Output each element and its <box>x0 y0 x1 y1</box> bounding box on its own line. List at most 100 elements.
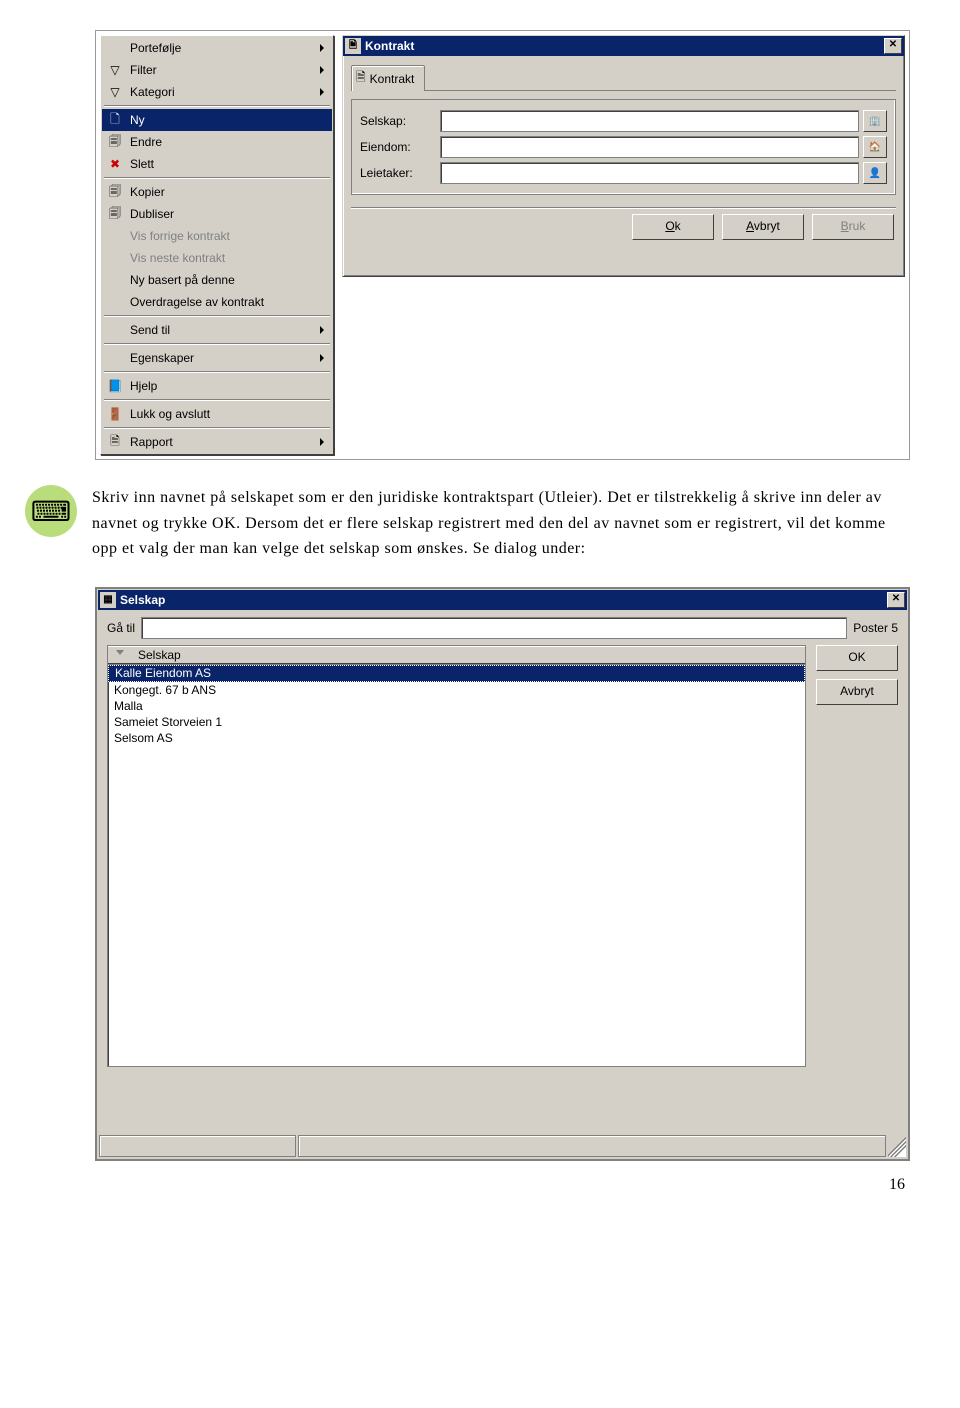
list-item[interactable]: Kalle Eiendom AS <box>108 665 805 682</box>
menu-item-kopier[interactable]: 🗐 Kopier <box>102 181 332 203</box>
menu-label: Kopier <box>130 185 328 199</box>
blank-icon <box>106 293 124 311</box>
document-icon: 🗎 <box>345 38 361 54</box>
selskap-list[interactable]: Selskap Kalle Eiendom ASKongegt. 67 b AN… <box>107 645 806 1067</box>
menu-item-slett[interactable]: ✖Slett <box>102 153 332 175</box>
list-item[interactable]: Selsom AS <box>108 730 805 746</box>
menu-label: Egenskaper <box>130 351 320 365</box>
tip-icon: ⌨ <box>25 485 77 537</box>
blank-icon <box>106 249 124 267</box>
document-icon: 🗎 <box>356 68 366 89</box>
label-eiendom: Eiendom: <box>360 140 440 154</box>
hjelp-icon: 📘 <box>106 377 124 395</box>
goto-label: Gå til <box>107 621 135 635</box>
menu-item-rapport[interactable]: 🗎 Rapport <box>102 431 332 453</box>
ny-icon: 🗋 <box>106 111 124 129</box>
blank-icon <box>106 39 124 57</box>
leietaker-input[interactable] <box>440 162 859 184</box>
menu-label: Send til <box>130 323 320 337</box>
bruk-button[interactable]: Bruk <box>812 214 894 240</box>
lukk-og-avslutt-icon: 🚪 <box>106 405 124 423</box>
menu-separator <box>104 177 330 179</box>
resize-grip-icon[interactable] <box>888 1135 906 1157</box>
menu-label: Endre <box>130 135 328 149</box>
menu-label: Overdragelse av kontrakt <box>130 295 328 309</box>
menu-item-hjelp[interactable]: 📘 Hjelp <box>102 375 332 397</box>
menu-item-lukk-og-avslutt[interactable]: 🚪 Lukk og avslutt <box>102 403 332 425</box>
page-number: 16 <box>95 1161 910 1194</box>
menu-label: Hjelp <box>130 379 328 393</box>
kategori-icon: ▽ <box>106 83 124 101</box>
rapport-icon: 🗎 <box>106 433 124 451</box>
list-item[interactable]: Kongegt. 67 b ANS <box>108 682 805 698</box>
selskap-dialog: ▦ Selskap ✕ Gå til Poster 5 Selskap Kall… <box>95 587 910 1161</box>
menu-item-vis-forrige-kontrakt[interactable]: Vis forrige kontrakt <box>102 225 332 247</box>
menu-separator <box>104 343 330 345</box>
menu-label: Rapport <box>130 435 320 449</box>
menu-label: Filter <box>130 63 320 77</box>
ok-button[interactable]: OK <box>816 645 898 671</box>
kopier-icon: 🗐 <box>106 183 124 201</box>
chevron-right-icon <box>320 66 324 74</box>
menu-label: Dubliser <box>130 207 328 221</box>
poster-label: Poster 5 <box>853 621 898 635</box>
blank-icon <box>106 271 124 289</box>
menu-item-endre[interactable]: 🗐 Endre <box>102 131 332 153</box>
menu-separator <box>104 371 330 373</box>
menu-item-ny-basert-på-denne[interactable]: Ny basert på denne <box>102 269 332 291</box>
menu-item-send-til[interactable]: Send til <box>102 319 332 341</box>
label-selskap: Selskap: <box>360 114 440 128</box>
avbryt-button[interactable]: Avbryt <box>816 679 898 705</box>
close-icon[interactable]: ✕ <box>884 38 902 54</box>
dubliser-icon: 🗐 <box>106 205 124 223</box>
endre-icon: 🗐 <box>106 133 124 151</box>
list-item[interactable]: Malla <box>108 698 805 714</box>
dialog-title: Kontrakt <box>365 39 414 53</box>
tab-kontrakt[interactable]: 🗎 Kontrakt <box>351 65 425 91</box>
menu-label: Ny <box>130 113 328 127</box>
menu-label: Slett <box>130 157 328 171</box>
menu-item-filter[interactable]: ▽ Filter <box>102 59 332 81</box>
menu-item-kategori[interactable]: ▽ Kategori <box>102 81 332 103</box>
selskap-input[interactable] <box>440 110 859 132</box>
menu-label: Kategori <box>130 85 320 99</box>
list-header[interactable]: Selskap <box>108 646 805 665</box>
selskap-picker-button[interactable]: 🏢 <box>863 110 887 132</box>
chevron-right-icon <box>320 88 324 96</box>
menu-label: Lukk og avslutt <box>130 407 328 421</box>
menu-separator <box>104 399 330 401</box>
avbryt-button[interactable]: Avbryt <box>722 214 804 240</box>
menu-label: Vis forrige kontrakt <box>130 229 328 243</box>
selskap-titlebar: ▦ Selskap ✕ <box>98 590 907 610</box>
eiendom-picker-button[interactable]: 🏠 <box>863 136 887 158</box>
chevron-right-icon <box>320 438 324 446</box>
filter-icon: ▽ <box>106 61 124 79</box>
sort-desc-icon <box>116 650 124 655</box>
menu-item-portefølje[interactable]: Portefølje <box>102 37 332 59</box>
menu-item-overdragelse-av-kontrakt[interactable]: Overdragelse av kontrakt <box>102 291 332 313</box>
menu-item-ny[interactable]: 🗋 Ny <box>102 109 332 131</box>
leietaker-picker-button[interactable]: 👤 <box>863 162 887 184</box>
menu-item-vis-neste-kontrakt[interactable]: Vis neste kontrakt <box>102 247 332 269</box>
menu-label: Ny basert på denne <box>130 273 328 287</box>
goto-input[interactable] <box>141 617 847 639</box>
close-icon[interactable]: ✕ <box>887 592 905 608</box>
body-paragraph: Skriv inn navnet på selskapet som er den… <box>92 485 910 562</box>
eiendom-input[interactable] <box>440 136 859 158</box>
chevron-right-icon <box>320 354 324 362</box>
list-item[interactable]: Sameiet Storveien 1 <box>108 714 805 730</box>
app-icon: ▦ <box>100 592 116 608</box>
ok-button[interactable]: Ok <box>632 214 714 240</box>
menu-separator <box>104 105 330 107</box>
top-figure: Portefølje ▽ Filter ▽ Kategori 🗋 Ny 🗐 Endre ✖Slet… <box>95 30 910 460</box>
context-menu: Portefølje ▽ Filter ▽ Kategori 🗋 Ny 🗐 Endre ✖Slet… <box>100 35 334 455</box>
label-leietaker: Leietaker: <box>360 166 440 180</box>
blank-icon <box>106 227 124 245</box>
menu-item-dubliser[interactable]: 🗐 Dubliser <box>102 203 332 225</box>
chevron-right-icon <box>320 326 324 334</box>
kontrakt-dialog: 🗎 Kontrakt ✕ 🗎 Kontrakt Selskap: 🏢 <box>342 35 905 277</box>
status-bar <box>97 1133 908 1159</box>
menu-separator <box>104 315 330 317</box>
menu-item-egenskaper[interactable]: Egenskaper <box>102 347 332 369</box>
tab-label: Kontrakt <box>370 72 415 86</box>
